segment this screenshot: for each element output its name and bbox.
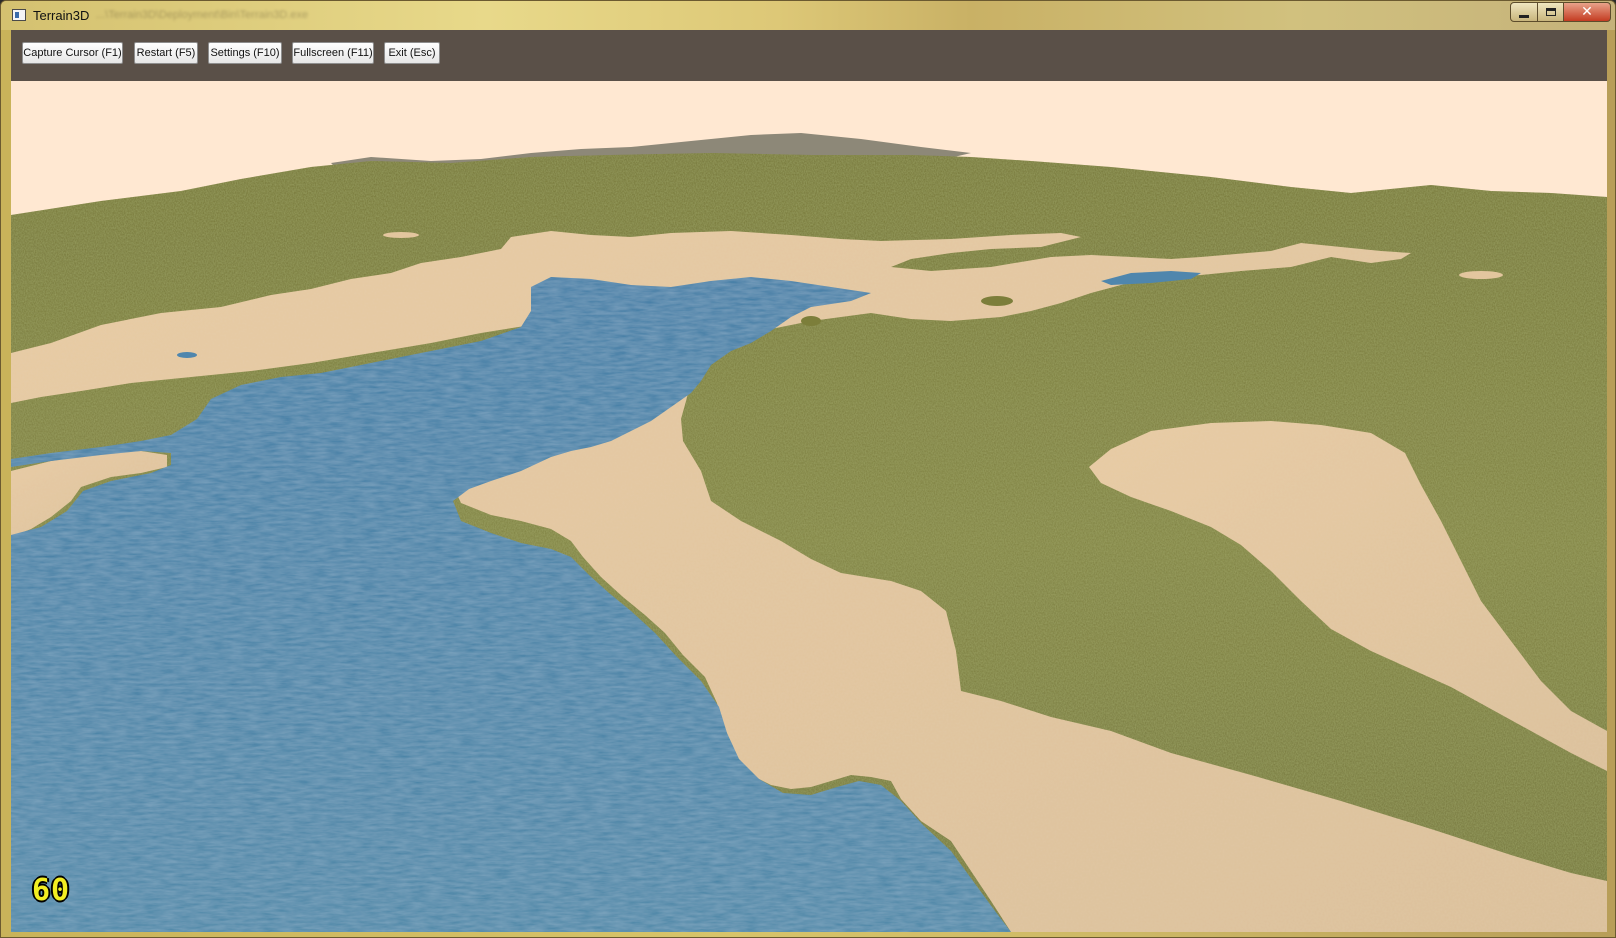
grass-islet [801,316,821,326]
exit-button[interactable]: Exit (Esc) [384,42,440,64]
fps-counter: 60 [32,873,71,908]
small-pond [177,352,197,358]
grass-islet [981,296,1013,306]
close-button[interactable]: ✕ [1563,2,1611,22]
app-window: Terrain3D ...\Terrain3D\Deployment\Bin\T… [0,0,1616,938]
fullscreen-button[interactable]: Fullscreen (F11) [292,42,374,64]
title-bar[interactable]: Terrain3D ...\Terrain3D\Deployment\Bin\T… [1,1,1615,30]
maximize-button[interactable] [1537,2,1564,22]
window-title: Terrain3D [33,8,90,23]
terrain-viewport[interactable] [11,81,1607,932]
settings-button[interactable]: Settings (F10) [208,42,282,64]
sand-patch [383,232,419,238]
window-title-path: ...\Terrain3D\Deployment\Bin\Terrain3D.e… [96,9,309,21]
app-icon [12,9,26,21]
minimize-icon [1519,14,1529,18]
client-area: Capture Cursor (F1) Restart (F5) Setting… [11,30,1607,932]
maximize-icon [1545,8,1556,16]
terrain-render [11,81,1607,932]
restart-button[interactable]: Restart (F5) [134,42,198,64]
capture-cursor-button[interactable]: Capture Cursor (F1) [22,42,123,64]
sand-patch [1459,271,1503,279]
minimize-button[interactable] [1510,2,1538,22]
toolbar: Capture Cursor (F1) Restart (F5) Setting… [11,30,1607,81]
close-icon: ✕ [1581,4,1593,20]
